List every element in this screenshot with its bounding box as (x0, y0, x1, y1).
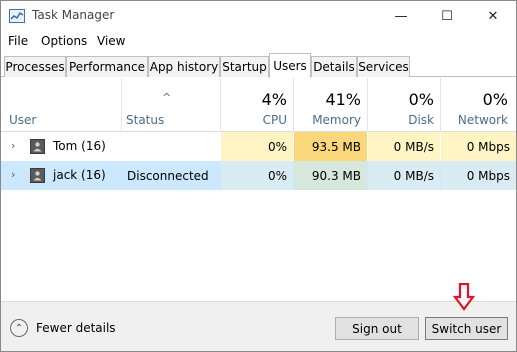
column-memory-label: Memory (312, 113, 361, 127)
memory-cell: 93.5 MB (294, 132, 367, 161)
user-avatar-icon (30, 168, 45, 183)
maximize-button[interactable]: ☐ (424, 1, 470, 31)
column-disk-label: Disk (408, 113, 434, 127)
disk-total-percent: 0% (408, 90, 434, 109)
tab-users[interactable]: Users (269, 53, 311, 78)
minimize-icon: — (394, 8, 408, 24)
switch-user-button[interactable]: Switch user (425, 317, 508, 340)
sign-out-button[interactable]: Sign out (335, 317, 419, 340)
disk-cell: 0 MB/s (368, 132, 440, 161)
close-icon: ✕ (487, 8, 499, 24)
column-status[interactable]: Status (118, 78, 220, 132)
network-total-percent: 0% (482, 90, 508, 109)
maximize-icon: ☐ (441, 8, 453, 24)
task-manager-window: Task Manager — ☐ ✕ File Options View Pro… (0, 0, 517, 352)
memory-cell: 90.3 MB (294, 161, 367, 190)
tab-startup[interactable]: Startup (220, 56, 269, 77)
tab-processes[interactable]: Processes (4, 56, 66, 77)
cpu-cell: 0% (221, 161, 293, 190)
column-memory[interactable]: 41% Memory (294, 78, 367, 132)
menu-options[interactable]: Options (41, 34, 87, 48)
column-user-label: User (9, 113, 37, 127)
network-cell: 0 Mbps (441, 132, 516, 161)
chevron-up-icon: ⌃ (10, 319, 28, 337)
column-disk[interactable]: 0% Disk (368, 78, 440, 132)
network-cell: 0 Mbps (441, 161, 516, 190)
column-cpu[interactable]: 4% CPU (221, 78, 293, 132)
task-manager-icon (9, 9, 25, 23)
column-network-label: Network (457, 113, 508, 127)
column-status-label: Status (126, 113, 165, 127)
disk-cell: 0 MB/s (368, 161, 440, 190)
table-row[interactable]: › jack (16) Disconnected 0% 90.3 MB 0 MB… (1, 161, 516, 190)
expand-chevron-icon[interactable]: › (11, 139, 15, 152)
memory-total-percent: 41% (325, 90, 361, 109)
tab-details[interactable]: Details (311, 56, 357, 77)
minimize-button[interactable]: — (378, 1, 424, 31)
tab-bar: Processes Performance App history Startu… (1, 53, 516, 78)
user-avatar-icon (30, 139, 45, 154)
column-cpu-label: CPU (262, 113, 287, 127)
user-name: Tom (16) (53, 139, 106, 153)
title-bar: Task Manager — ☐ ✕ (1, 1, 516, 31)
fewer-details-toggle[interactable]: ⌃ Fewer details (10, 319, 116, 337)
cpu-total-percent: 4% (261, 90, 287, 109)
cpu-cell: 0% (221, 132, 293, 161)
column-user[interactable]: User (1, 78, 121, 132)
tab-app-history[interactable]: App history (148, 56, 220, 77)
user-name: jack (16) (53, 168, 106, 182)
menu-view[interactable]: View (97, 34, 125, 48)
table-row[interactable]: › Tom (16) 0% 93.5 MB 0 MB/s 0 Mbps (1, 132, 516, 161)
red-down-arrow-icon (453, 283, 475, 311)
menu-file[interactable]: File (8, 34, 28, 48)
fewer-details-label: Fewer details (36, 321, 116, 335)
status-cell: Disconnected (127, 168, 209, 183)
window-title: Task Manager (32, 8, 115, 22)
column-network[interactable]: 0% Network (441, 78, 514, 132)
tab-services[interactable]: Services (357, 56, 410, 77)
menu-bar: File Options View (1, 32, 516, 52)
status-cell (121, 132, 220, 161)
table-header: User ^ Status 4% CPU 41% Memory 0% Disk … (1, 78, 516, 132)
footer-bar: ⌃ Fewer details Sign out Switch user (1, 301, 516, 351)
expand-chevron-icon[interactable]: › (11, 168, 15, 181)
close-button[interactable]: ✕ (470, 1, 516, 31)
tab-performance[interactable]: Performance (66, 56, 148, 77)
